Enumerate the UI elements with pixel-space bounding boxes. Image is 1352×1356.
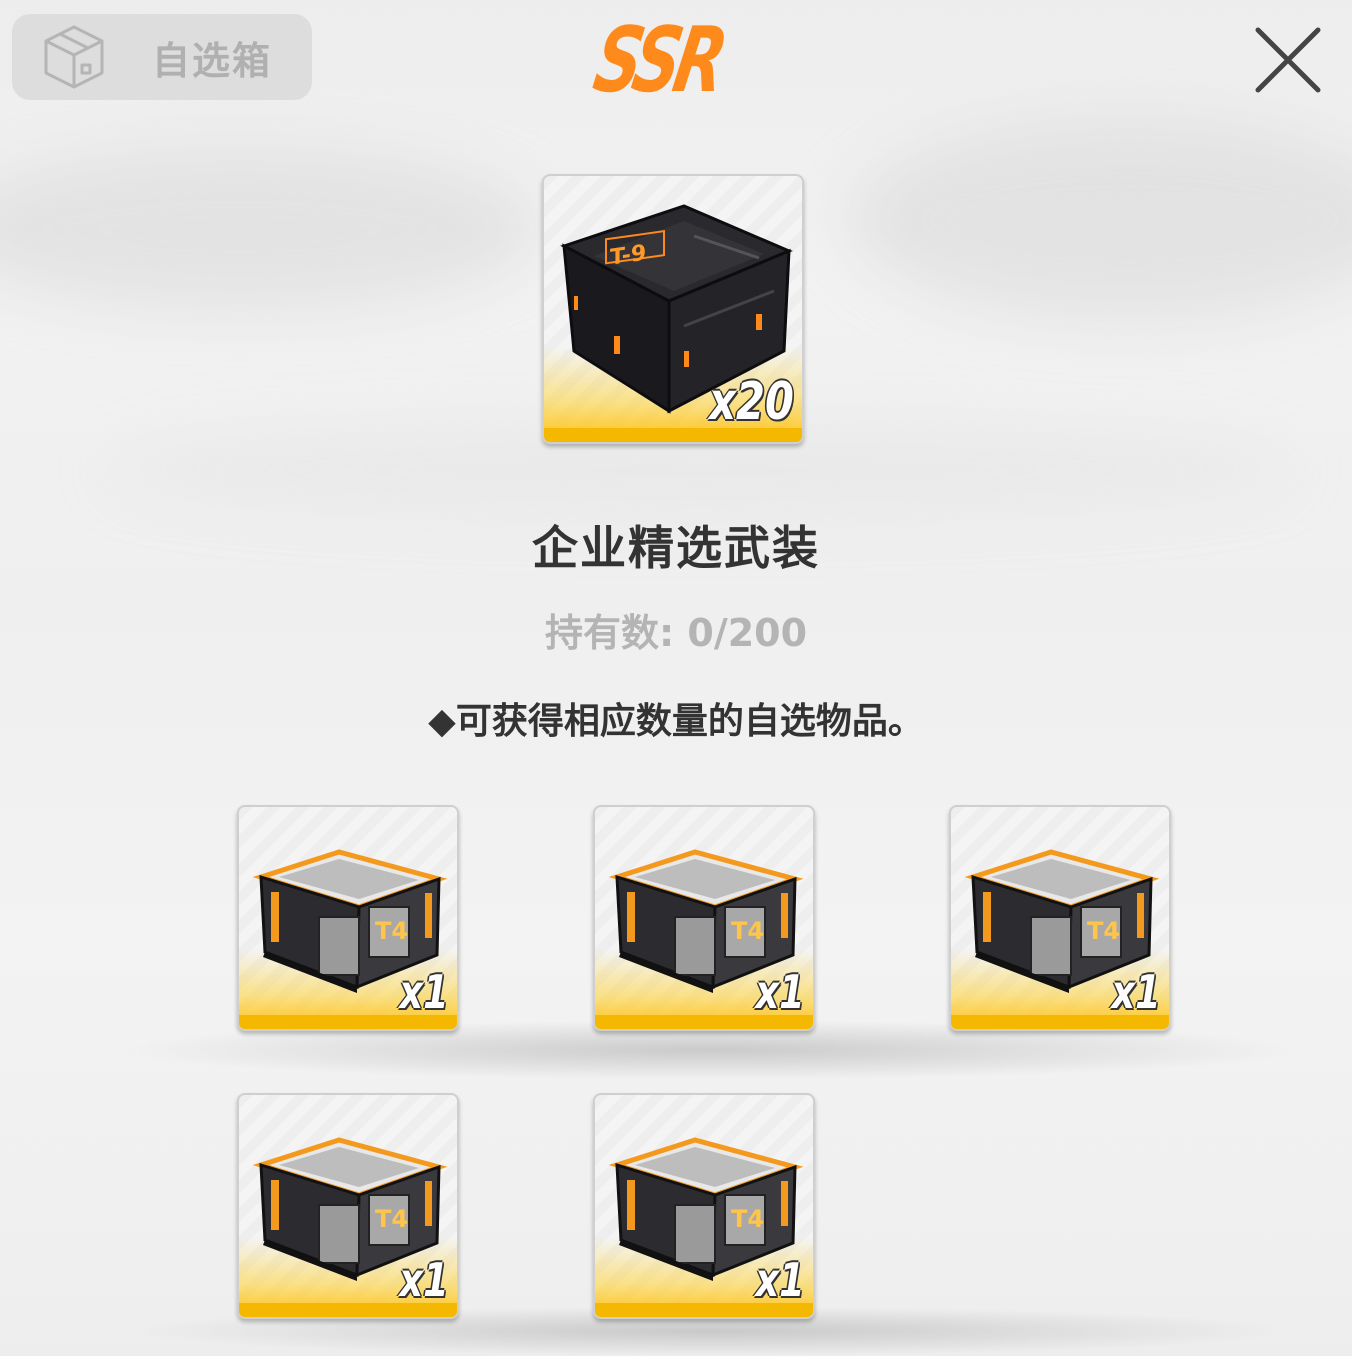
svg-text:T-9: T-9 bbox=[610, 240, 646, 271]
option-card[interactable]: T4 x1 bbox=[593, 805, 815, 1031]
option-quantity: x1 bbox=[399, 1253, 449, 1307]
category-label: 自选箱 bbox=[152, 38, 273, 83]
svg-text:T4: T4 bbox=[1087, 917, 1120, 945]
background-smudge bbox=[850, 120, 1352, 320]
option-quantity: x1 bbox=[399, 965, 449, 1019]
svg-text:T4: T4 bbox=[375, 917, 408, 945]
main-item-card[interactable]: T-9 x20 bbox=[542, 174, 804, 444]
option-card[interactable]: T4 x1 bbox=[949, 805, 1171, 1031]
svg-text:T4: T4 bbox=[731, 1205, 764, 1233]
option-quantity: x1 bbox=[755, 1253, 805, 1307]
item-description: ◆可获得相应数量的自选物品。 bbox=[428, 701, 924, 742]
box-icon bbox=[44, 25, 104, 89]
option-quantity: x1 bbox=[755, 965, 805, 1019]
option-card[interactable]: T4 x1 bbox=[593, 1093, 815, 1319]
close-icon[interactable] bbox=[1252, 24, 1324, 96]
background-smudge bbox=[0, 150, 540, 310]
main-item-quantity: x20 bbox=[709, 372, 794, 432]
svg-text:T4: T4 bbox=[375, 1205, 408, 1233]
item-name: 企业精选武装 bbox=[532, 521, 820, 575]
option-card[interactable]: T4 x1 bbox=[237, 805, 459, 1031]
option-card[interactable]: T4 x1 bbox=[237, 1093, 459, 1319]
rarity-label: SSR bbox=[586, 8, 729, 113]
category-tag: 自选箱 bbox=[12, 14, 312, 100]
svg-text:T4: T4 bbox=[731, 917, 764, 945]
owned-count: 持有数: 0/200 bbox=[544, 611, 808, 655]
option-quantity: x1 bbox=[1111, 965, 1161, 1019]
